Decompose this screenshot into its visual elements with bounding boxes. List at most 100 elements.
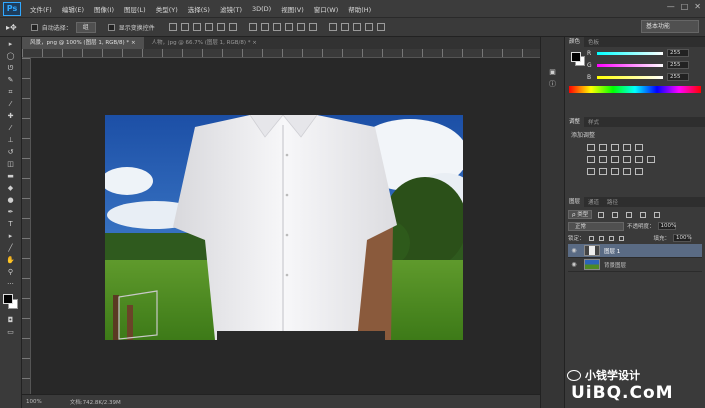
crop-tool-icon[interactable]: ⌗ xyxy=(5,87,17,97)
tab-styles[interactable]: 样式 xyxy=(584,118,603,126)
threshold-icon[interactable] xyxy=(611,168,619,175)
align-bottom-icon[interactable] xyxy=(192,23,201,31)
visibility-eye-icon[interactable]: ◉ xyxy=(568,261,580,268)
selective-color-icon[interactable] xyxy=(635,168,643,175)
foreground-color-swatch[interactable] xyxy=(571,52,581,62)
menu-view[interactable]: 视图(V) xyxy=(276,4,309,14)
menu-type[interactable]: 类型(Y) xyxy=(151,4,183,14)
blur-tool-icon[interactable]: ◆ xyxy=(5,183,17,193)
move-tool-icon[interactable]: ▸✥ xyxy=(6,23,17,32)
zoom-level[interactable]: 100% xyxy=(26,399,42,405)
color-lookup-icon[interactable] xyxy=(647,156,655,163)
history-brush-tool-icon[interactable]: ↺ xyxy=(5,147,17,157)
lock-all-icon[interactable] xyxy=(618,235,624,241)
visibility-eye-icon[interactable]: ◉ xyxy=(568,247,580,254)
distribute-left-icon[interactable] xyxy=(284,23,293,31)
green-value[interactable]: 255 xyxy=(667,61,689,69)
clone-stamp-tool-icon[interactable]: ⊥ xyxy=(5,135,17,145)
3d-mode-icon[interactable] xyxy=(328,23,337,31)
menu-edit[interactable]: 编辑(E) xyxy=(57,4,89,14)
color-spectrum[interactable] xyxy=(569,86,701,93)
history-panel-icon[interactable]: ▣ xyxy=(547,67,559,77)
distribute-hcenter-icon[interactable] xyxy=(296,23,305,31)
show-transform-checkbox[interactable] xyxy=(107,23,115,31)
posterize-icon[interactable] xyxy=(599,168,607,175)
menu-select[interactable]: 选择(S) xyxy=(183,4,215,14)
tab-landscape[interactable]: 风景，png @ 100% (图层 1, RGB/8) * × xyxy=(22,37,144,49)
foreground-color-swatch[interactable] xyxy=(3,294,13,304)
shape-tool-icon[interactable]: ╱ xyxy=(5,243,17,253)
filter-pixel-icon[interactable] xyxy=(598,211,605,218)
layer-filter-dropdown[interactable]: ρ 类型 xyxy=(568,210,593,219)
menu-layer[interactable]: 图层(L) xyxy=(119,4,151,14)
menu-window[interactable]: 窗口(W) xyxy=(309,4,344,14)
gradient-tool-icon[interactable]: ▬ xyxy=(5,171,17,181)
close-tab-icon[interactable]: × xyxy=(252,40,257,46)
menu-help[interactable]: 帮助(H) xyxy=(343,4,376,14)
distribute-bottom-icon[interactable] xyxy=(272,23,281,31)
vibrance-icon[interactable] xyxy=(635,144,643,151)
distribute-right-icon[interactable] xyxy=(308,23,317,31)
maximize-button[interactable]: □ xyxy=(681,2,689,11)
align-left-icon[interactable] xyxy=(204,23,213,31)
fill-value[interactable]: 100% xyxy=(673,234,692,242)
document-canvas[interactable] xyxy=(105,115,463,340)
auto-select-dropdown[interactable]: 组 xyxy=(75,21,96,33)
red-slider[interactable] xyxy=(597,51,663,55)
curves-icon[interactable] xyxy=(611,144,619,151)
tab-channels[interactable]: 通道 xyxy=(584,198,603,206)
levels-icon[interactable] xyxy=(599,144,607,151)
layer-name[interactable]: 图层 1 xyxy=(604,247,620,255)
quick-mask-icon[interactable]: ◘ xyxy=(5,315,17,325)
eraser-tool-icon[interactable]: ◫ xyxy=(5,159,17,169)
healing-brush-tool-icon[interactable]: ✚ xyxy=(5,111,17,121)
color-balance-icon[interactable] xyxy=(599,156,607,163)
hue-saturation-icon[interactable] xyxy=(587,156,595,163)
tab-paths[interactable]: 路径 xyxy=(603,198,622,206)
dodge-tool-icon[interactable]: ● xyxy=(5,195,17,205)
exposure-icon[interactable] xyxy=(623,144,631,151)
3d-scale-icon[interactable] xyxy=(376,23,385,31)
info-panel-icon[interactable]: ⓘ xyxy=(547,79,559,89)
tab-adjustments[interactable]: 调整 xyxy=(565,117,585,127)
3d-rotate-icon[interactable] xyxy=(340,23,349,31)
distribute-top-icon[interactable] xyxy=(248,23,257,31)
filter-type-icon[interactable] xyxy=(626,211,633,218)
tab-person[interactable]: 人物，jpg @ 66.7% (图层 1, RGB/8) * × xyxy=(144,37,265,49)
layer-row-background[interactable]: ◉ 背景图层 xyxy=(568,258,702,272)
lock-position-icon[interactable] xyxy=(608,235,614,241)
zoom-tool-icon[interactable]: ⚲ xyxy=(5,267,17,277)
filter-shape-icon[interactable] xyxy=(640,211,647,218)
minimize-button[interactable]: — xyxy=(667,2,675,11)
invert-icon[interactable] xyxy=(587,168,595,175)
menu-filter[interactable]: 滤镜(T) xyxy=(215,4,247,14)
black-white-icon[interactable] xyxy=(611,156,619,163)
align-right-icon[interactable] xyxy=(228,23,237,31)
lasso-tool-icon[interactable]: ᘎ xyxy=(5,63,17,73)
tab-layers[interactable]: 图层 xyxy=(565,197,585,207)
filter-adjust-icon[interactable] xyxy=(612,211,619,218)
workspace-switcher[interactable]: 基本功能 xyxy=(641,20,699,33)
pen-tool-icon[interactable]: ✒ xyxy=(5,207,17,217)
hand-tool-icon[interactable]: ✋ xyxy=(5,255,17,265)
brush-tool-icon[interactable]: ⁄ xyxy=(5,123,17,133)
blue-value[interactable]: 255 xyxy=(667,73,689,81)
eyedropper-tool-icon[interactable]: ⁄ xyxy=(5,99,17,109)
more-tools-icon[interactable]: ··· xyxy=(5,279,17,289)
tab-swatches[interactable]: 色板 xyxy=(584,38,603,46)
green-slider[interactable] xyxy=(597,63,663,67)
photo-filter-icon[interactable] xyxy=(623,156,631,163)
close-tab-icon[interactable]: × xyxy=(131,40,136,46)
3d-pan-icon[interactable] xyxy=(352,23,361,31)
screen-mode-icon[interactable]: ▭ xyxy=(5,327,17,337)
align-vcenter-icon[interactable] xyxy=(180,23,189,31)
align-hcenter-icon[interactable] xyxy=(216,23,225,31)
path-select-tool-icon[interactable]: ▸ xyxy=(5,231,17,241)
channel-mixer-icon[interactable] xyxy=(635,156,643,163)
layer-name[interactable]: 背景图层 xyxy=(604,261,626,269)
menu-file[interactable]: 文件(F) xyxy=(25,4,57,14)
filter-smart-icon[interactable] xyxy=(654,211,661,218)
quick-select-tool-icon[interactable]: ✎ xyxy=(5,75,17,85)
brightness-icon[interactable] xyxy=(587,144,595,151)
gradient-map-icon[interactable] xyxy=(623,168,631,175)
